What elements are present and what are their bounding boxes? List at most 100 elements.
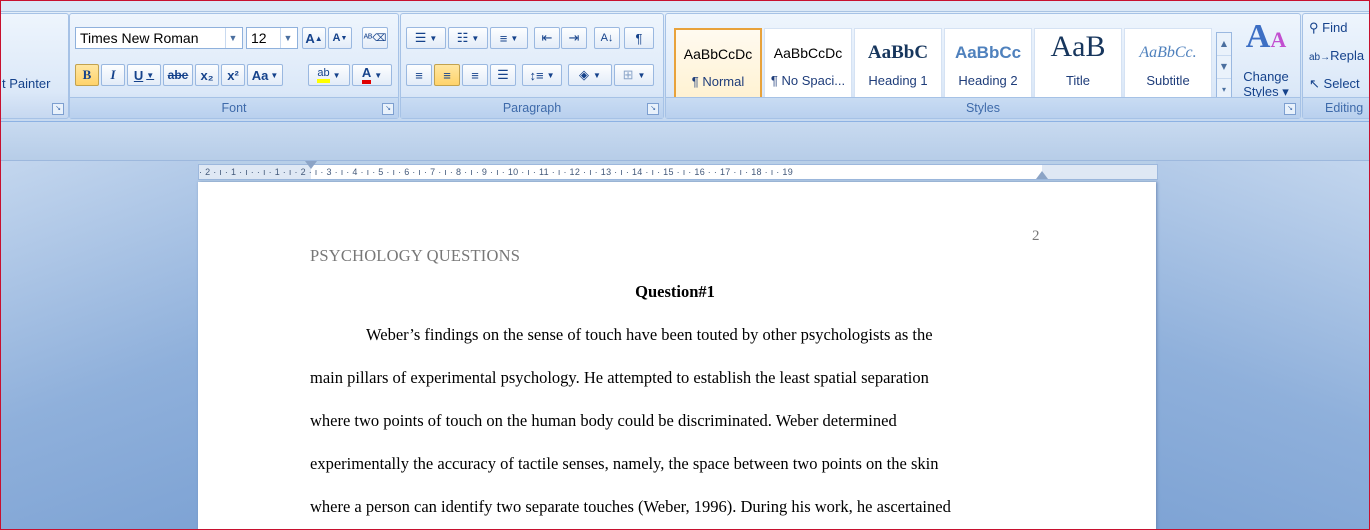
workspace-band [1,122,1369,161]
shrink-font-button[interactable]: A ▼ [328,27,352,49]
paragraph-line: Weber’s findings on the sense of touch h… [366,325,933,344]
bullets-button[interactable]: ☰ ▼ [406,27,446,49]
ribbon: t Painter ↘ Times New Roman ▼ 12 ▼ A ▲ A ▼… [1,1,1369,122]
scroll-up-icon[interactable]: ▲ [1217,33,1231,56]
style-no-spacing[interactable]: AaBbCcDc ¶ No Spaci... [764,28,852,100]
styles-group: AaBbCcDc ¶ Normal AaBbCcDc ¶ No Spaci...… [665,13,1301,119]
chevron-down-icon[interactable]: ▼ [146,71,154,80]
align-right-button[interactable]: ≡ [462,64,488,86]
bold-button[interactable]: B [75,64,99,86]
change-case-button[interactable]: Aa ▼ [247,64,283,86]
font-group: Times New Roman ▼ 12 ▼ A ▲ A ▼ ᴬᴮ⌫ B I U ▼ … [69,13,399,119]
chevron-down-icon[interactable]: ▼ [374,71,382,80]
chevron-down-icon[interactable]: ▼ [280,28,295,48]
paragraph-group-label: Paragraph [401,97,663,118]
style-name: Title [1065,73,1091,88]
word-window: t Painter ↘ Times New Roman ▼ 12 ▼ A ▲ A ▼… [0,0,1370,530]
multilevel-list-icon: ≡ [499,30,508,46]
clear-formatting-button[interactable]: ᴬᴮ⌫ [362,27,388,49]
replace-button[interactable]: ab→Repla [1309,48,1364,63]
style-sample: AaB [1050,33,1106,61]
style-normal[interactable]: AaBbCcDc ¶ Normal [674,28,762,100]
line-spacing-icon: ↕≡ [529,67,544,83]
italic-button[interactable]: I [101,64,125,86]
align-left-button[interactable]: ≡ [406,64,432,86]
right-indent-marker[interactable] [1036,171,1048,179]
style-heading-2[interactable]: AaBbCc Heading 2 [944,28,1032,100]
underline-icon: U [133,67,144,83]
align-center-button[interactable]: ≡ [434,64,460,86]
style-sample: AaBbC [867,42,929,63]
workspace-background-right [1156,161,1369,529]
grow-font-button[interactable]: A ▲ [302,27,326,49]
document-page[interactable]: 2 PSYCHOLOGY QUESTIONS Question#1 Weber’… [198,182,1156,529]
styles-launcher-icon[interactable]: ↘ [1284,103,1296,115]
superscript-button[interactable]: x² [221,64,245,86]
sort-button[interactable]: A↓ [594,27,620,49]
find-button[interactable]: ⚲ Find [1309,20,1347,36]
subscript-button[interactable]: x₂ [195,64,219,86]
font-size-combo[interactable]: 12 ▼ [246,27,298,49]
underline-button[interactable]: U ▼ [127,64,161,86]
justify-button[interactable]: ☰ [490,64,516,86]
bold-icon: B [82,67,92,82]
chevron-down-icon[interactable]: ▼ [510,34,518,43]
show-marks-button[interactable]: ¶ [624,27,654,49]
change-styles-label: Change [1243,69,1289,84]
highlight-button[interactable]: ab ▼ [308,64,350,86]
multilevel-list-button[interactable]: ≡ ▼ [490,27,528,49]
italic-icon: I [110,67,116,82]
numbering-button[interactable]: ☷ ▼ [448,27,488,49]
change-case-icon: Aa [251,67,269,83]
styles-group-label: Styles [666,97,1300,118]
grow-font-icon: A [305,30,315,46]
chevron-down-icon[interactable]: ▼ [333,71,341,80]
bullet-list-icon: ☰ [414,30,427,45]
style-title[interactable]: AaB Title [1034,28,1122,100]
chevron-down-icon[interactable]: ▼ [471,34,479,43]
style-name: Heading 1 [868,73,928,88]
paragraph-group: ☰ ▼ ☷ ▼ ≡ ▼ ⇤ ⇥ A↓ ¶ ≡ ≡ ≡ ☰ ↕≡ ▼ ◈ ▼ ⊞ ▼ Para… [400,13,664,119]
format-painter-button[interactable]: t Painter [2,76,50,91]
styles-gallery-scroll[interactable]: ▲ ▼ ▾ [1216,32,1232,102]
first-line-indent-marker[interactable] [305,161,317,169]
paragraph-line: where two points of touch on the human b… [310,411,897,430]
style-name: Heading 2 [958,73,1018,88]
style-heading-1[interactable]: AaBbC Heading 1 [854,28,942,100]
font-launcher-icon[interactable]: ↘ [382,103,394,115]
align-right-icon: ≡ [471,67,479,83]
highlighter-icon: ab [317,67,330,83]
clipboard-launcher-icon[interactable]: ↘ [52,103,64,115]
select-button[interactable]: ↖ Select [1309,76,1360,92]
increase-indent-button[interactable]: ⇥ [561,27,587,49]
sort-icon: A↓ [600,32,614,44]
borders-button[interactable]: ⊞ ▼ [614,64,654,86]
style-sample: AaBbCcDc [773,45,843,61]
clipboard-group: t Painter ↘ [1,13,69,119]
chevron-down-icon[interactable]: ▼ [429,34,437,43]
paragraph-line: where a person can identify two separate… [310,497,951,516]
shrink-font-icon: A [332,32,341,44]
strikethrough-button[interactable]: abe [163,64,193,86]
change-styles-icon: AA [1245,18,1287,55]
ruler-scale: · 2 · ı · 1 · ı · · ı · 1 · ı · 2 · ı · … [199,167,794,177]
binoculars-icon: ⚲ [1309,20,1319,35]
running-head: PSYCHOLOGY QUESTIONS [310,246,521,265]
style-subtitle[interactable]: AaBbCc. Subtitle [1124,28,1212,100]
decrease-indent-button[interactable]: ⇤ [534,27,560,49]
horizontal-ruler[interactable]: · 2 · ı · 1 · ı · · ı · 1 · ı · 2 · ı · … [198,161,1158,180]
page-number: 2 [1032,228,1040,244]
chevron-down-icon[interactable]: ▼ [225,28,240,48]
shading-button[interactable]: ◈ ▼ [568,64,612,86]
font-name-combo[interactable]: Times New Roman ▼ [75,27,243,49]
line-spacing-button[interactable]: ↕≡ ▼ [522,64,562,86]
font-color-button[interactable]: A ▼ [352,64,392,86]
paragraph-launcher-icon[interactable]: ↘ [647,103,659,115]
chevron-down-icon[interactable]: ▼ [270,71,278,80]
scroll-down-icon[interactable]: ▼ [1217,56,1231,79]
change-styles-button[interactable]: AA Change Styles ▾ [1236,18,1296,99]
chevron-down-icon[interactable]: ▼ [547,71,555,80]
chevron-down-icon[interactable]: ▼ [593,71,601,80]
clear-formatting-icon: ᴬᴮ⌫ [363,32,387,44]
chevron-down-icon[interactable]: ▼ [637,71,645,80]
